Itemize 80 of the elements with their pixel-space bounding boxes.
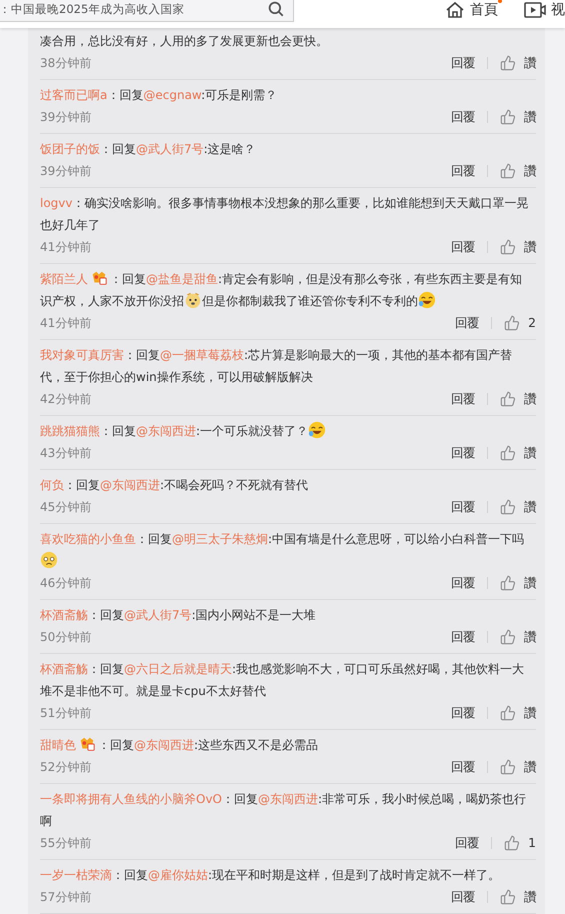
reply-link[interactable]: 回覆	[451, 390, 475, 408]
like-button[interactable]: 讚	[500, 758, 536, 776]
like-button[interactable]: 讚	[500, 238, 536, 256]
thumbs-up-icon	[500, 55, 516, 71]
reply-link[interactable]: 回覆	[451, 238, 475, 256]
thumbs-up-icon	[500, 239, 516, 255]
reply-link[interactable]: 回覆	[451, 162, 475, 180]
comment-text: 跳跳猫猫熊：回复@东闯西进:一个可乐就没替了？	[40, 420, 536, 442]
like-button[interactable]: 讚	[500, 54, 536, 72]
like-button[interactable]: 讚	[500, 498, 536, 516]
reply-link[interactable]: 回覆	[451, 704, 475, 722]
reply-link[interactable]: 回覆	[455, 834, 480, 852]
comment-text: 凑合用，总比没有好，人用的多了发展更新也会更快。	[40, 33, 329, 50]
timestamp: 38分钟前	[40, 54, 92, 72]
timestamp: 57分钟前	[40, 888, 92, 906]
comment-text: logvv：确实没啥影响。很多事情事物根本没想象的那么重要，比如谁能想到天天戴口罩一晃也好几年了	[40, 195, 530, 234]
thumbs-up-icon	[500, 163, 516, 179]
timestamp: 46分钟前	[40, 574, 92, 592]
thumbs-up-icon	[504, 315, 520, 331]
timestamp: 42分钟前	[40, 390, 92, 408]
like-button[interactable]: 讚	[500, 888, 536, 906]
comment-text: 何负：回复@东闯西进:不喝会死吗？不死就有替代	[40, 477, 310, 494]
dog-face-icon	[184, 291, 202, 309]
comment-text: 一条即将拥有人鱼线的小脑斧OvO：回复@东闯西进:非常可乐，我小时候总喝，喝奶茶也行啊	[40, 791, 528, 830]
reply-link[interactable]: 回覆	[451, 498, 475, 516]
thumbs-up-icon	[500, 889, 516, 905]
timestamp: 39分钟前	[40, 108, 92, 126]
thumbs-up-icon	[504, 835, 520, 851]
reply-link[interactable]: 回覆	[451, 758, 475, 776]
like-button[interactable]: 讚	[500, 574, 536, 592]
reply-link[interactable]: 回覆	[451, 444, 475, 462]
home-icon	[445, 1, 465, 19]
like-button[interactable]: 讚	[500, 162, 536, 180]
like-button[interactable]: 2	[504, 315, 536, 331]
reply-link[interactable]: 回覆	[451, 54, 475, 72]
timestamp: 41分钟前	[40, 314, 92, 332]
reply-link[interactable]: 回覆	[451, 888, 475, 906]
comment-text: 一岁一枯荣滴：回复@雇你姑姑:现在平和时期是这样，但是到了战时肯定就不一样了。	[40, 867, 502, 884]
like-button[interactable]: 讚	[500, 704, 536, 722]
comment-text: 过客而已啊a：回复@ecgnaw:可乐是刚需？	[40, 87, 278, 104]
video-icon	[524, 1, 546, 19]
timestamp: 39分钟前	[40, 162, 92, 180]
comment-text: 饭团子的饭：回复@武人街7号:这是啥？	[40, 141, 257, 158]
like-button[interactable]: 讚	[500, 444, 536, 462]
comment-text: 杯酒斋觞：回复@六日之后就是晴天:我也感觉影响不大，可口可乐虽然好喝，其他饮料一大堆不是非他不可。就是显卡cpu不太好替代	[40, 661, 526, 700]
laughing-face-icon	[418, 291, 436, 309]
thumbs-up-icon	[500, 759, 516, 775]
comment-text: 杯酒斋觞：回复@武人街7号:国内小网站不是一大堆	[40, 607, 317, 624]
timestamp: 55分钟前	[40, 834, 92, 852]
search-field[interactable]: ：中国最晚2025年成为高收入国家	[0, 0, 294, 22]
timestamp: 43分钟前	[40, 444, 92, 462]
like-button[interactable]: 1	[504, 835, 536, 851]
like-button[interactable]: 讚	[500, 108, 536, 126]
laughing-face-icon	[308, 421, 326, 439]
thumbs-up-icon	[500, 109, 516, 125]
nav-link[interactable]: 首頁	[445, 1, 498, 19]
timestamp: 50分钟前	[40, 628, 92, 646]
reply-link[interactable]: 回覆	[455, 314, 480, 332]
comment-text: 甜晴色 ：回复@东闯西进:这些东西又不是必需品	[40, 734, 536, 756]
nav-link[interactable]: 视	[524, 1, 565, 19]
thumbs-up-icon	[500, 391, 516, 407]
sad-face-icon	[40, 551, 58, 569]
thumbs-up-icon	[500, 499, 516, 515]
thumbs-up-icon	[500, 629, 516, 645]
like-button[interactable]: 讚	[500, 390, 536, 408]
thumbs-up-icon	[500, 705, 516, 721]
timestamp: 51分钟前	[40, 704, 92, 722]
reply-link[interactable]: 回覆	[451, 628, 475, 646]
thumbs-up-icon	[500, 575, 516, 591]
reply-link[interactable]: 回覆	[451, 574, 475, 592]
timestamp: 45分钟前	[40, 498, 92, 516]
comment-text: 紫陌兰人 ：回复@盐鱼是甜鱼:肯定会有影响，但是没有那么夸张，有些东西主要是有知识产权，人家不放开你没招 但是你都制裁我了谁还管你专利不专利的	[40, 268, 536, 312]
reply-link[interactable]: 回覆	[451, 108, 475, 126]
like-button[interactable]: 讚	[500, 628, 536, 646]
comment-text: 我对象可真厉害：回复@一捆草莓荔枝:芯片算是影响最大的一项，其他的基本都有国产替代，至于你担心的win操作系统，可以用破解版解决	[40, 347, 514, 386]
timestamp: 52分钟前	[40, 758, 92, 776]
timestamp: 41分钟前	[40, 238, 92, 256]
comment-text: 喜欢吃猫的小鱼鱼：回复@明三太子朱慈炯:中国有墙是什么意思呀，可以给小白科普一下吗	[40, 528, 536, 572]
thumbs-up-icon	[500, 445, 516, 461]
search-icon[interactable]	[267, 0, 285, 18]
